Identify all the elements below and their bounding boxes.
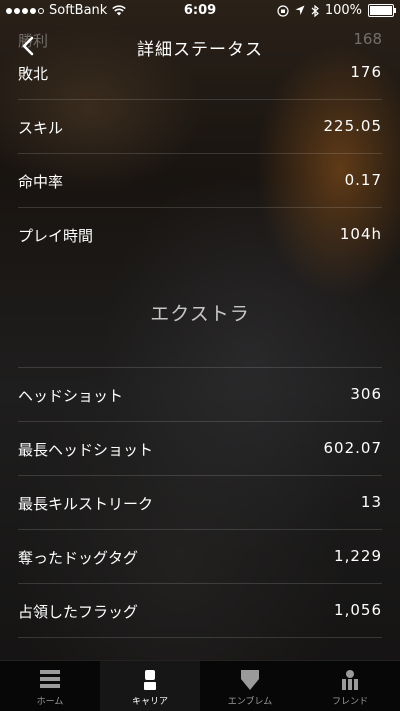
- bluetooth-icon: [311, 4, 319, 17]
- friends-icon: [342, 670, 358, 690]
- stat-row-flags-captured: 占領したフラッグ 1,056: [18, 584, 382, 638]
- battery-percent: 100%: [324, 3, 362, 18]
- career-icon: [144, 670, 156, 690]
- status-bar: SoftBank 6:09 100%: [0, 0, 400, 22]
- stat-label: 最長キルストリーク: [18, 495, 154, 513]
- stat-value: 13: [360, 493, 382, 511]
- stat-row-dogtags: 奪ったドッグタグ 1,229: [18, 530, 382, 584]
- tab-label: キャリア: [131, 697, 168, 707]
- stat-value: 0.17: [344, 171, 382, 189]
- stat-label: プレイ時間: [18, 227, 94, 245]
- stat-value: 306: [350, 385, 382, 403]
- tab-label: エンブレム: [227, 697, 273, 707]
- location-icon: [295, 5, 305, 15]
- tab-emblem[interactable]: エンブレム: [200, 661, 300, 711]
- stat-value: 225.05: [323, 117, 382, 135]
- stat-label: ヘッドショット: [18, 387, 124, 405]
- tab-bar: ホーム キャリア エンブレム フレンド: [0, 660, 400, 711]
- stat-label: 奪ったドッグタグ: [18, 549, 139, 567]
- home-icon: [40, 670, 60, 688]
- navigation-bar: 勝利 168 詳細ステータス: [0, 22, 400, 72]
- stat-value: 602.07: [323, 439, 382, 457]
- tab-friends[interactable]: フレンド: [300, 661, 400, 711]
- stat-row-skill: スキル 225.05: [18, 100, 382, 154]
- stat-row-accuracy: 命中率 0.17: [18, 154, 382, 208]
- emblem-icon: [241, 670, 259, 690]
- stat-label: 最長ヘッドショット: [18, 441, 154, 459]
- stat-row-longest-killstreak: 最長キルストリーク 13: [18, 476, 382, 530]
- tab-career[interactable]: キャリア: [100, 661, 200, 711]
- stat-value: 1,056: [334, 601, 382, 619]
- stat-label: スキル: [18, 119, 64, 137]
- stat-row-headshots: ヘッドショット 306: [18, 367, 382, 422]
- tab-home[interactable]: ホーム: [0, 661, 100, 711]
- orientation-lock-icon: [277, 4, 289, 17]
- tab-label: ホーム: [36, 697, 64, 707]
- stat-row-playtime: プレイ時間 104h: [18, 208, 382, 261]
- battery-icon: [368, 4, 396, 17]
- stats-list[interactable]: 敗北 176 スキル 225.05 命中率 0.17 プレイ時間 104h エク…: [0, 46, 400, 638]
- tab-label: フレンド: [331, 697, 368, 707]
- stat-value: 104h: [339, 225, 382, 243]
- stat-value: 1,229: [334, 547, 382, 565]
- page-title: 詳細ステータス: [137, 40, 263, 60]
- stat-row-longest-headshot: 最長ヘッドショット 602.07: [18, 422, 382, 476]
- section-header-extra: エクストラ: [150, 303, 250, 325]
- stat-label: 命中率: [18, 173, 64, 191]
- stat-label: 占領したフラッグ: [18, 603, 139, 621]
